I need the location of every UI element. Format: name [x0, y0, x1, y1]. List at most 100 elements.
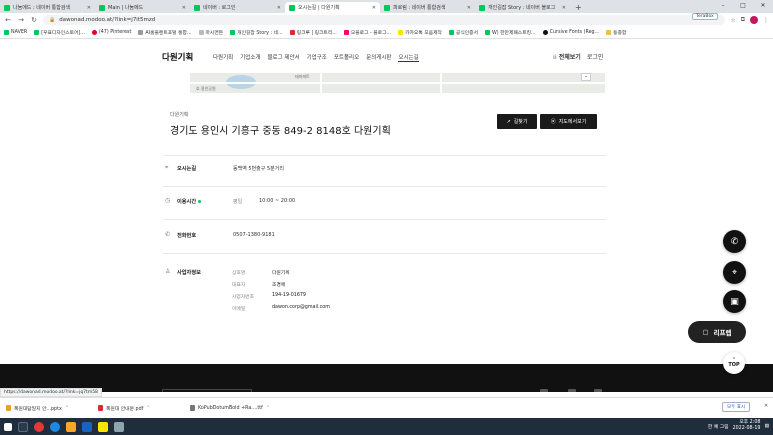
phone-value[interactable]: 0507-1380-9181: [233, 232, 275, 238]
address-input[interactable]: 🔒 dawonad.modoo.at/?link=j7it5mzd: [43, 15, 726, 25]
terabox-extension-badge[interactable]: TeraBox: [692, 13, 718, 20]
bookmark-item[interactable]: AI홈플랜트포털 통합...: [138, 29, 192, 36]
bookmark-item[interactable]: 공식인증서: [448, 29, 478, 36]
maximize-button[interactable]: □: [733, 0, 753, 13]
bookmark-item[interactable]: 링크루 | 링크트리...: [289, 29, 337, 36]
business-key: 이메일: [232, 307, 246, 312]
divider: [163, 186, 606, 187]
browser-tab[interactable]: 개인길잡 Story : 네이버 블로그 ✕: [475, 2, 570, 13]
bookmark-item[interactable]: Cursive Fonts (Reg...: [542, 30, 599, 35]
view-on-map-button[interactable]: ⦿ 지도에서보기: [540, 114, 597, 129]
menu-item[interactable]: 블로그 제안서: [268, 53, 300, 62]
notification-icon[interactable]: ▤: [764, 424, 769, 429]
social-icon[interactable]: [568, 389, 576, 392]
site-favicon-icon: [99, 4, 105, 11]
menu-item[interactable]: 다원기획: [213, 53, 233, 62]
minimize-button[interactable]: –: [713, 0, 733, 13]
bookmark-item[interactable]: [우표디자인스토어]...: [34, 29, 85, 36]
menu-item[interactable]: 기업구조: [307, 53, 327, 62]
browser-tab[interactable]: Main | 나눔에드 ✕: [95, 2, 190, 13]
windows-start-icon[interactable]: [4, 422, 12, 431]
bookmark-favicon-icon: [198, 30, 204, 35]
reply-fab-button[interactable]: ▢ 리프렙: [688, 321, 746, 343]
show-all-downloads-button[interactable]: 모두 표시: [722, 402, 750, 412]
close-tab-icon[interactable]: ✕: [277, 5, 281, 11]
bookmark-favicon-icon: [34, 30, 40, 35]
close-downloads-icon[interactable]: ✕: [764, 403, 768, 409]
download-item[interactable]: 폭원대답일지 안...pptx ⌃: [6, 405, 86, 412]
footer-select[interactable]: [162, 389, 252, 392]
browser-tab[interactable]: 피로림 : 네이버 통합검색 ✕: [380, 2, 475, 13]
bookmark-item[interactable]: 카카오톡 모음제작: [398, 29, 442, 36]
bookmark-item[interactable]: NAVER: [4, 30, 27, 35]
location-fab-button[interactable]: ⌖: [723, 261, 746, 284]
location-pin-icon: ⌖: [731, 267, 738, 278]
profile-avatar[interactable]: [750, 16, 758, 24]
menu-item[interactable]: 포트폴리오: [334, 53, 359, 62]
naver-favicon-icon: [384, 4, 390, 11]
divider: [163, 253, 606, 254]
login-link[interactable]: 로그인: [587, 52, 604, 61]
directions-button[interactable]: ↗ 길찾기: [497, 114, 537, 129]
chevron-up-icon[interactable]: ⌃: [146, 406, 150, 411]
chevron-up-icon[interactable]: ⌃: [266, 406, 270, 411]
extensions-icon[interactable]: ⧉: [741, 16, 745, 24]
toolbar-icons: ☆ ⧉ ⋮: [730, 16, 769, 24]
status-url-tooltip: https://dawonad.modoo.at/?link=jq7tm58: [0, 388, 102, 397]
close-tab-icon[interactable]: ✕: [87, 5, 91, 11]
close-tab-icon[interactable]: ✕: [372, 5, 376, 11]
file-explorer-icon[interactable]: [66, 421, 76, 432]
close-tab-icon[interactable]: ✕: [182, 5, 186, 11]
clock[interactable]: 오후 2:08 2022-08-19: [733, 420, 761, 432]
new-tab-button[interactable]: +: [570, 2, 587, 13]
browser-tab[interactable]: 나눔에드 : 네이버 통합검색 ✕: [0, 2, 95, 13]
kakao-icon: [398, 30, 404, 35]
edge-icon[interactable]: [50, 421, 60, 432]
bookmark-item[interactable]: W) 한만제패스트킹...: [485, 29, 536, 36]
view-all-button[interactable]: ⁞⁞ 전체보기: [553, 52, 581, 61]
business-value: dawon.corp@gmail.com: [272, 305, 330, 310]
scroll-top-button[interactable]: ⌃ TOP: [723, 352, 745, 374]
chrome-icon[interactable]: [34, 421, 44, 432]
bookmark-item[interactable]: 개인길잡 Story : 네...: [230, 29, 283, 36]
close-tab-icon[interactable]: ✕: [467, 5, 471, 11]
download-item[interactable]: 폭원대 안내문.pdf ⌃: [98, 405, 178, 412]
call-fab-button[interactable]: ✆: [723, 230, 746, 253]
store-icon[interactable]: [82, 421, 92, 432]
map-road: [190, 82, 605, 84]
app-icon[interactable]: [114, 421, 124, 432]
web-page: 다원기획 다원기획 기업소개 블로그 제안서 기업구조 포트폴리오 문의게시판 …: [0, 39, 773, 392]
reload-icon[interactable]: ↻: [30, 16, 38, 24]
back-arrow-icon[interactable]: ←: [4, 16, 12, 24]
site-logo[interactable]: 다원기획: [162, 51, 193, 63]
social-icon[interactable]: [594, 389, 602, 392]
bookmark-item[interactable]: 모블로그 - 블로그...: [343, 29, 391, 36]
close-tab-icon[interactable]: ✕: [562, 5, 566, 11]
bookmark-item[interactable]: (47) Pinterest: [91, 30, 131, 35]
bookmark-item[interactable]: 마시면돈: [198, 29, 223, 36]
browser-tab-active[interactable]: 오시는길 | 다원기획 ✕: [285, 2, 380, 13]
menu-item[interactable]: 기업소개: [240, 53, 260, 62]
chat-fab-button[interactable]: ▣: [723, 290, 746, 313]
pdf-file-icon: [98, 405, 103, 411]
browser-tab[interactable]: 네이버 : 로그인 ✕: [190, 2, 285, 13]
chevron-up-icon[interactable]: ⌃: [65, 406, 69, 411]
kakaotalk-icon[interactable]: [98, 421, 108, 432]
social-icon[interactable]: [540, 389, 548, 392]
menu-item-active[interactable]: 오시는길: [398, 53, 419, 62]
menu-dots-icon[interactable]: ⋮: [763, 17, 769, 24]
map-view[interactable]: 테마피트 호 용인공원 –: [190, 73, 605, 93]
close-window-button[interactable]: ✕: [753, 0, 773, 13]
forward-arrow-icon[interactable]: →: [17, 16, 25, 24]
map-label: 테마피트: [295, 74, 310, 79]
tray-status-text[interactable]: 한 예 그림: [708, 423, 729, 430]
site-footer: [0, 364, 773, 392]
menu-item[interactable]: 문의게시판: [366, 53, 391, 62]
bookmark-star-icon[interactable]: ☆: [730, 17, 735, 24]
task-view-icon[interactable]: [18, 421, 28, 432]
downloads-bar: 폭원대답일지 안...pptx ⌃ 폭원대 안내문.pdf ⌃ KoPubDotum…: [0, 397, 773, 418]
zoom-out-button[interactable]: –: [581, 73, 591, 81]
bookmark-item[interactable]: 동종합: [606, 29, 626, 36]
place-small-title: 다원기획: [170, 112, 189, 118]
download-item[interactable]: KoPubDotumBold +Ra....ttf ⌃: [190, 405, 270, 411]
